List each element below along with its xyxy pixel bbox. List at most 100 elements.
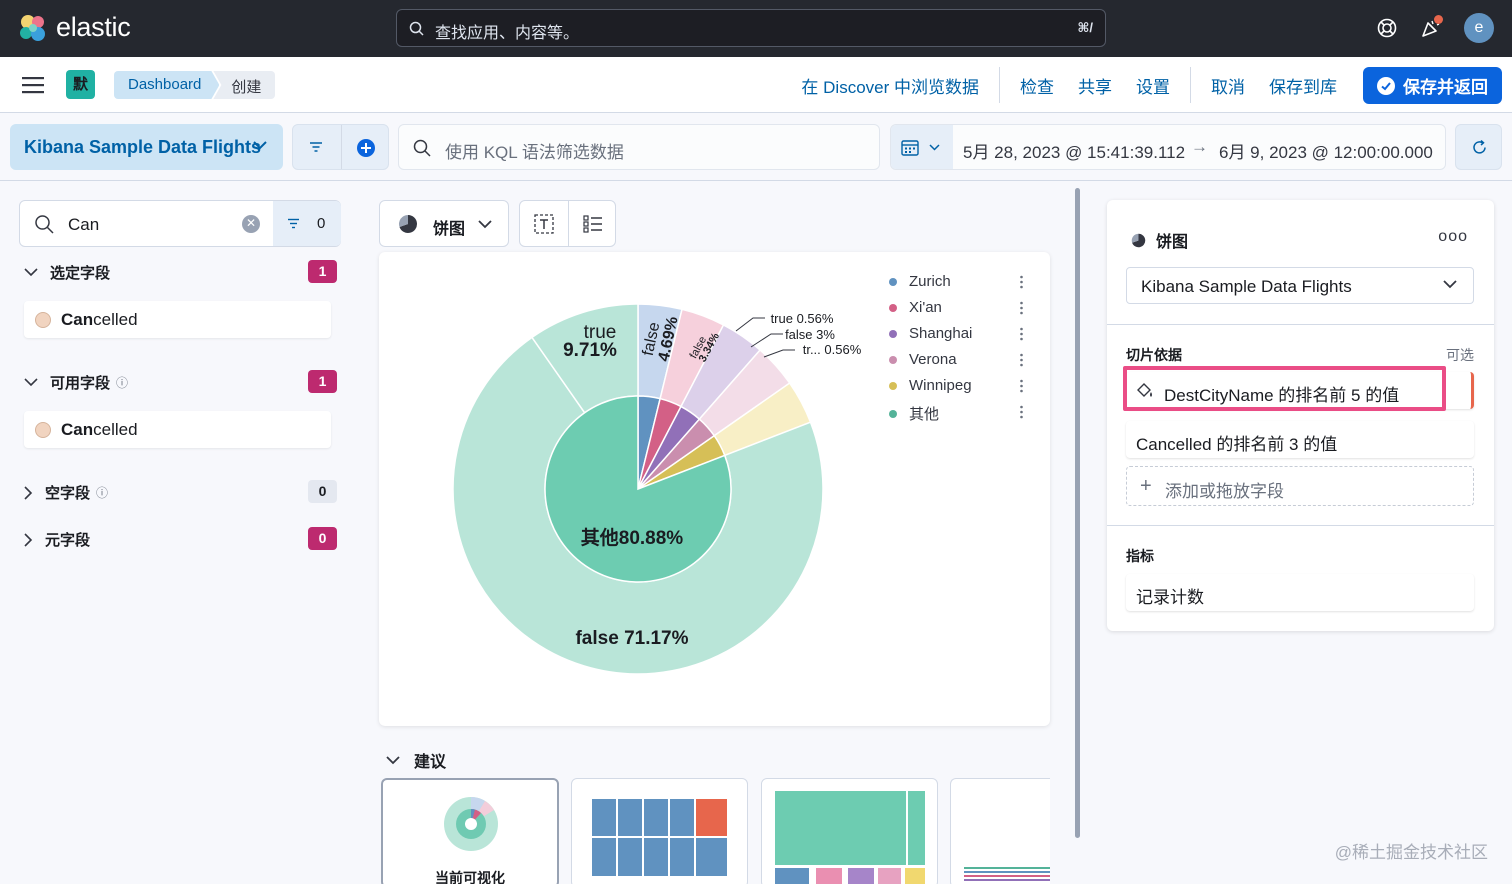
save-and-return-button[interactable]: 保存并返回 — [1363, 67, 1502, 104]
watermark: @稀土掘金技术社区 — [1334, 843, 1488, 862]
text-options-icon[interactable] — [534, 214, 554, 234]
field-type-filter-button[interactable]: 0 — [273, 201, 341, 246]
legend-actions-icon[interactable] — [1020, 353, 1023, 371]
elastic-logo[interactable]: elastic — [18, 12, 131, 43]
pie-chart[interactable]: true9.71% false4.69% false3.34%true 0.56%f… — [379, 252, 1050, 726]
help-icon[interactable] — [1376, 17, 1398, 39]
legend-item[interactable]: Winnipeg — [889, 377, 1029, 394]
add-field-drop-zone[interactable]: + 添加或拖放字段 — [1126, 466, 1474, 506]
legend-dot — [889, 303, 897, 312]
field-search-input[interactable]: Can ✕ 0 — [19, 200, 341, 247]
legend-label: Shanghai — [909, 325, 973, 342]
mosaic-thumbnail-icon — [775, 791, 925, 884]
refresh-icon — [1473, 139, 1486, 154]
chevron-down-icon — [24, 378, 38, 387]
more-actions-icon[interactable]: ooo — [1438, 228, 1468, 246]
user-avatar[interactable]: e — [1464, 13, 1494, 43]
annotation-highlight-box — [1123, 366, 1446, 411]
pie-chart-icon — [398, 214, 417, 233]
refresh-button[interactable] — [1455, 124, 1502, 170]
metric-label: 指标 — [1126, 548, 1154, 564]
inspect-link[interactable]: 检查 — [1008, 73, 1066, 98]
legend-label: Verona — [909, 351, 957, 368]
global-search-input[interactable]: 查找应用、内容等。 ⌘/ — [396, 9, 1106, 47]
legend-item[interactable]: Zurich — [889, 273, 1029, 290]
suggestion-mosaic[interactable] — [761, 778, 938, 884]
metric-field-count[interactable]: 记录计数 — [1126, 574, 1474, 611]
legend-actions-icon[interactable] — [1020, 275, 1023, 293]
field-name: Cancelled — [61, 309, 138, 329]
search-icon — [409, 21, 424, 36]
chart-type-switcher[interactable]: 饼图 — [379, 200, 509, 247]
start-date[interactable]: 5月 28, 2023 @ 15:41:39.112 — [963, 138, 1185, 163]
suggestion-current[interactable]: 当前可视化 — [381, 778, 559, 884]
add-field-label: 添加或拖放字段 — [1165, 482, 1284, 501]
end-date[interactable]: 6月 9, 2023 @ 12:00:00.000 — [1219, 138, 1433, 163]
global-header: elastic 查找应用、内容等。 ⌘/ e — [0, 0, 1512, 57]
add-filter-icon[interactable] — [356, 138, 376, 158]
cancel-link[interactable]: 取消 — [1199, 73, 1257, 98]
share-link[interactable]: 共享 — [1066, 73, 1124, 98]
clear-icon[interactable]: ✕ — [242, 215, 260, 233]
available-fields-group[interactable]: 可用字段 ⓘ 1 — [24, 370, 337, 393]
space-avatar[interactable]: 默 — [66, 70, 95, 99]
quick-select-button[interactable] — [891, 125, 953, 169]
legend-item[interactable]: Verona — [889, 351, 1029, 368]
slice-label: false 71.17% — [575, 628, 688, 649]
selected-fields-group[interactable]: 选定字段 1 — [24, 260, 337, 283]
filter-icon[interactable] — [309, 141, 323, 153]
legend-label: Zurich — [909, 273, 951, 290]
suggestion-treemap[interactable] — [571, 778, 748, 884]
chevron-down-icon — [929, 144, 940, 151]
legend-actions-icon[interactable] — [1020, 327, 1023, 345]
layer-data-view-select[interactable]: Kibana Sample Data Flights — [1126, 267, 1474, 304]
legend-label: Xi'an — [909, 299, 942, 316]
boolean-type-icon — [35, 311, 51, 328]
legend-options-icon[interactable] — [583, 214, 603, 234]
top-nav-actions: 在 Discover 中浏览数据 检查 共享 设置 取消 保存到库 — [789, 57, 1349, 113]
legend-item[interactable]: Shanghai — [889, 325, 1029, 342]
suggestion-bar[interactable] — [950, 778, 1050, 884]
legend-dot — [889, 381, 897, 390]
field-item-cancelled[interactable]: Cancelled — [24, 301, 331, 338]
legend-actions-icon[interactable] — [1020, 405, 1023, 423]
layer-header[interactable]: 饼图 — [1131, 228, 1188, 252]
slice-label: 9.71% — [563, 340, 617, 361]
chevron-right-icon — [24, 532, 33, 547]
slice-by-label: 切片依据 — [1126, 347, 1182, 363]
legend-dot — [889, 409, 897, 418]
search-icon — [35, 215, 54, 234]
legend-actions-icon[interactable] — [1020, 379, 1023, 397]
meta-fields-group[interactable]: 元字段 0 — [24, 527, 337, 550]
legend-item[interactable]: 其他 — [889, 403, 1029, 424]
data-view-picker[interactable]: Kibana Sample Data Flights — [10, 124, 283, 170]
legend-item[interactable]: Xi'an — [889, 299, 1029, 316]
field-item-cancelled[interactable]: Cancelled — [24, 411, 331, 448]
breadcrumb-create: 创建 — [213, 71, 276, 99]
brand-name: elastic — [56, 12, 131, 42]
menu-icon[interactable] — [22, 76, 44, 94]
empty-fields-group[interactable]: 空字段 ⓘ 0 — [24, 480, 337, 503]
layer-chart-type: 饼图 — [1156, 234, 1189, 251]
notification-dot — [1434, 15, 1443, 24]
legend-actions-icon[interactable] — [1020, 301, 1023, 319]
save-to-library-link[interactable]: 保存到库 — [1257, 73, 1349, 98]
suggestions-header[interactable]: 建议 — [386, 748, 446, 772]
breadcrumb-dashboard[interactable]: Dashboard — [114, 71, 219, 99]
settings-link[interactable]: 设置 — [1124, 73, 1182, 98]
kql-query-input[interactable]: 使用 KQL 语法筛选数据 — [398, 124, 880, 170]
info-icon[interactable]: ⓘ — [96, 484, 108, 501]
callout-label: false 3% — [785, 327, 835, 342]
group-count: 0 — [308, 527, 337, 550]
group-count: 1 — [308, 370, 337, 393]
chevron-right-icon — [24, 485, 33, 500]
explore-in-discover-link[interactable]: 在 Discover 中浏览数据 — [789, 73, 991, 98]
callout-label: true 0.56% — [771, 311, 834, 326]
chevron-down-icon — [253, 141, 267, 150]
field-name: Cancelled — [61, 419, 138, 439]
slice-field-cancelled[interactable]: Cancelled 的排名前 3 的值 — [1126, 421, 1474, 458]
check-circle-icon — [1377, 76, 1395, 95]
info-icon[interactable]: ⓘ — [116, 374, 128, 391]
news-feed-icon[interactable] — [1420, 15, 1443, 39]
workspace-scrollbar[interactable] — [1075, 188, 1080, 838]
